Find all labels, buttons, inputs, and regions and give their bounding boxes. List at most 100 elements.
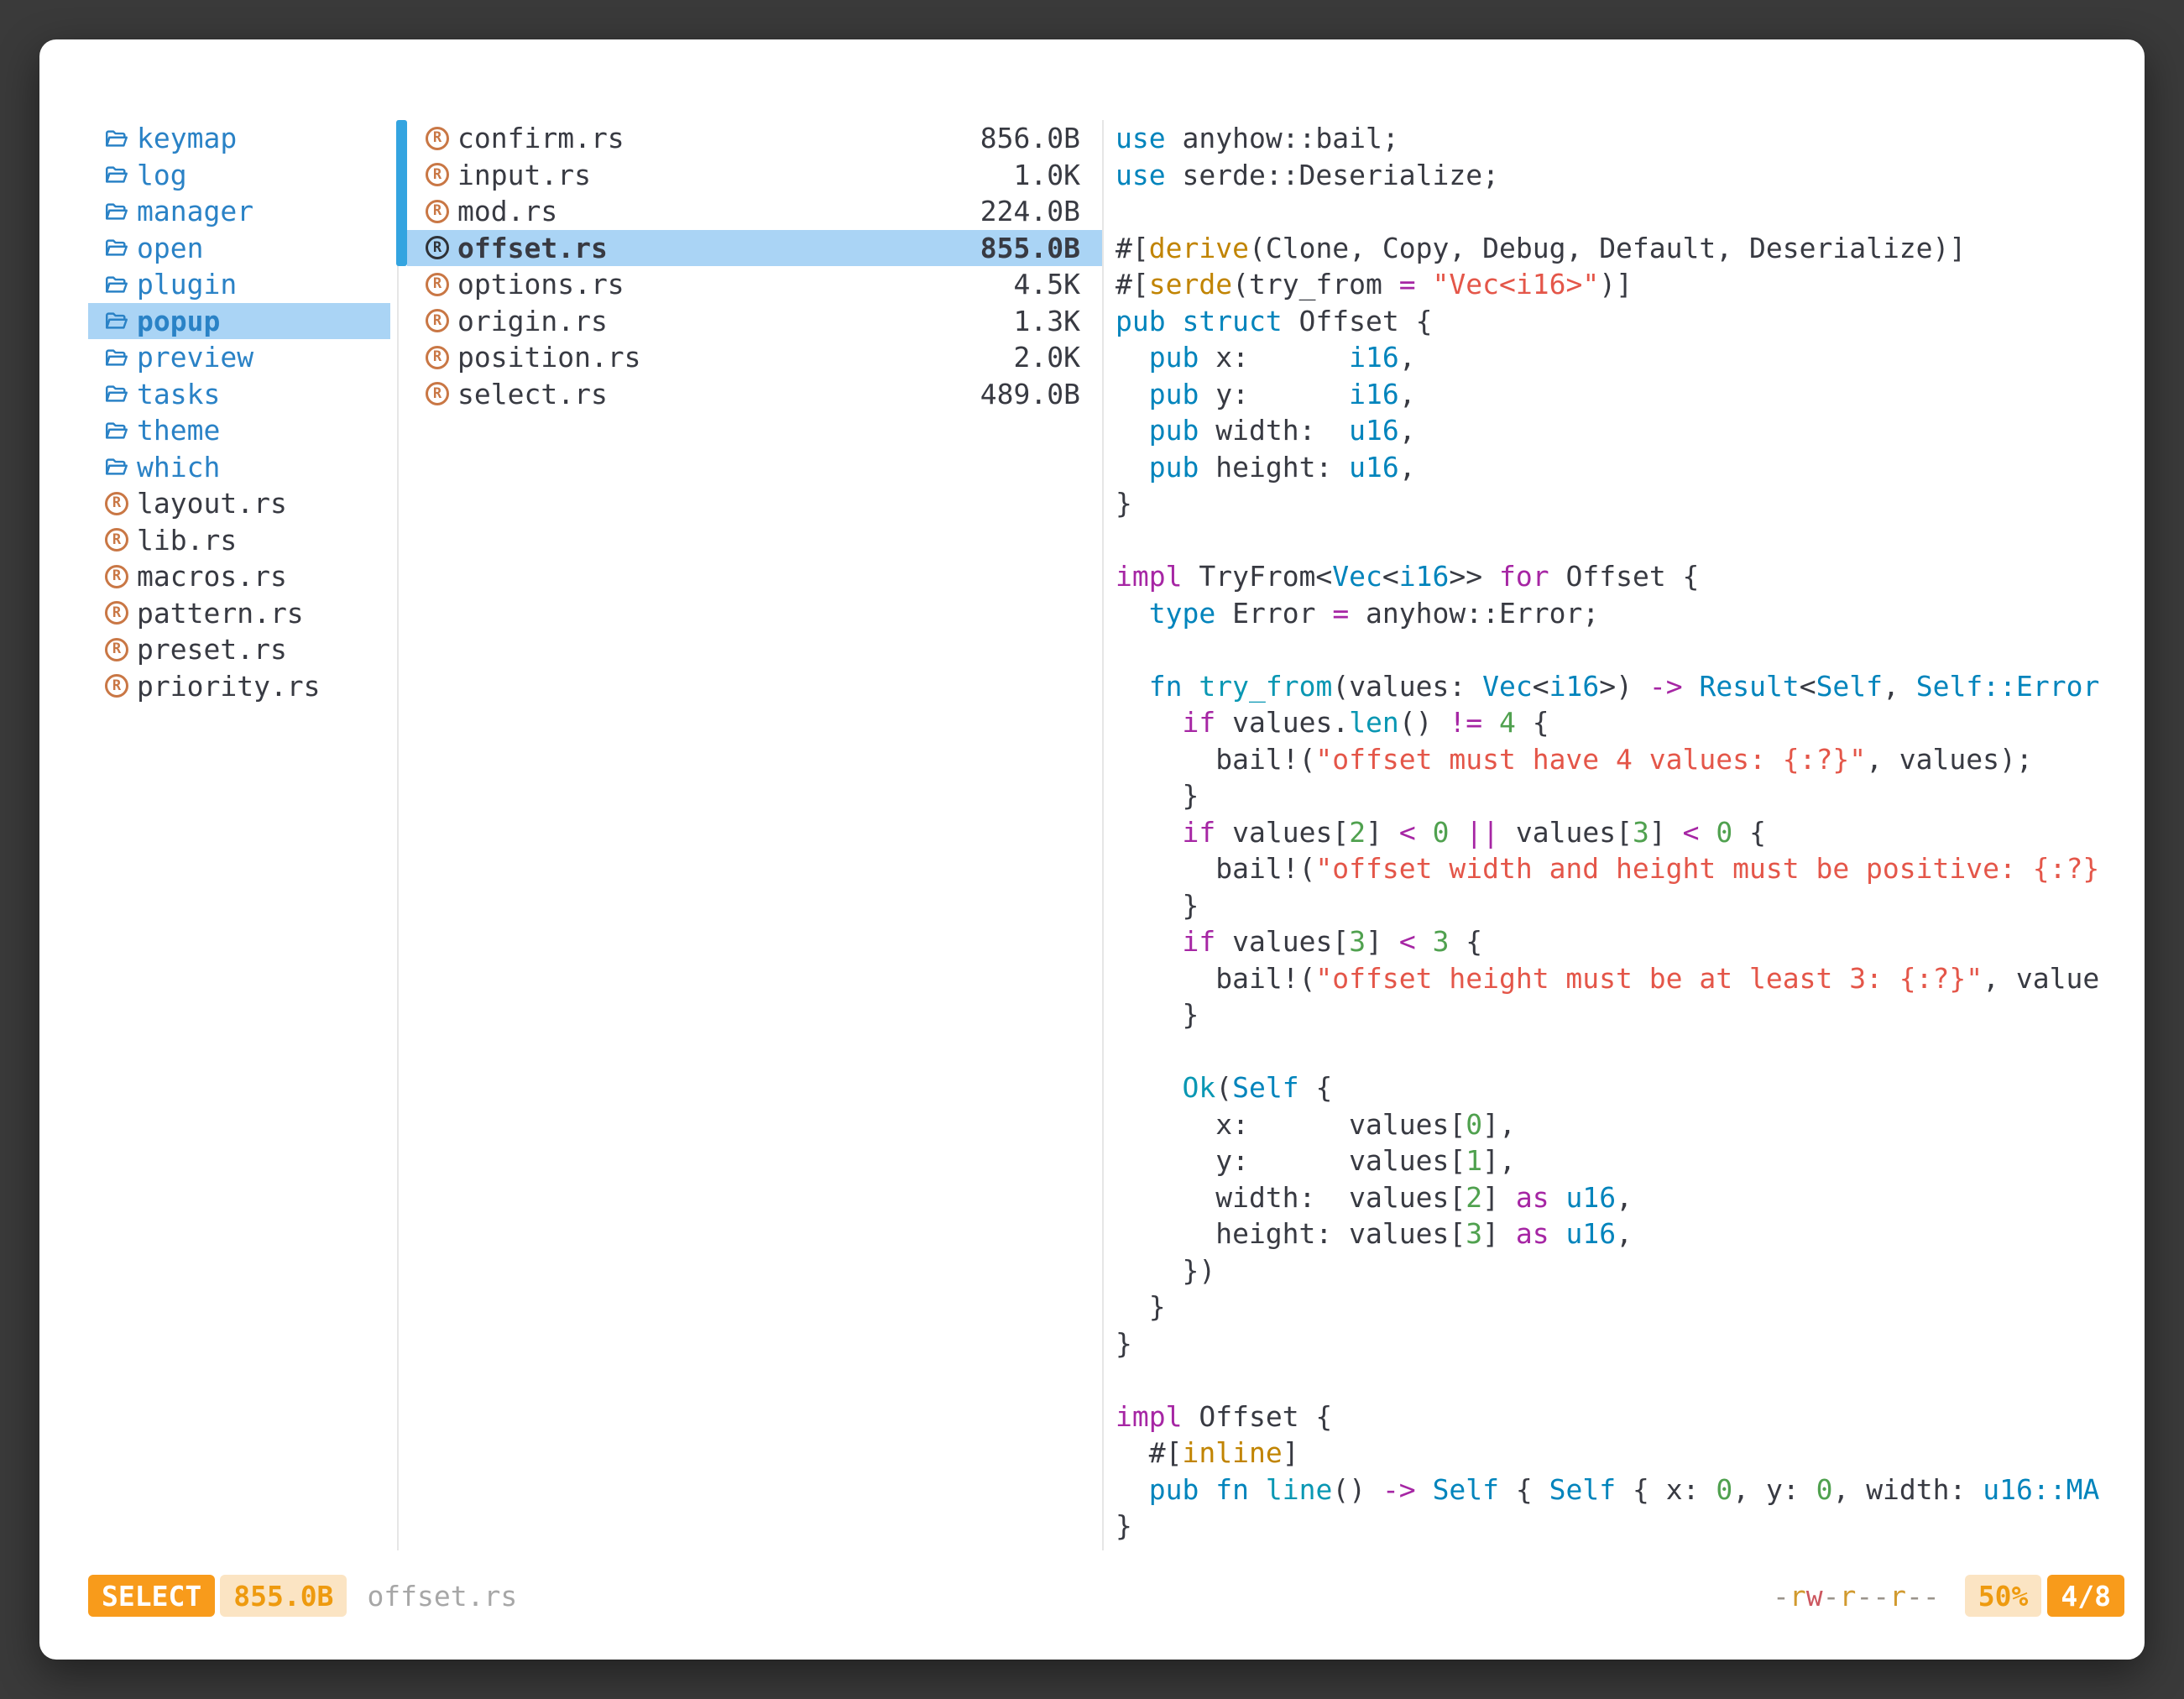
dir-item-which[interactable]: which <box>88 449 390 486</box>
item-name: keymap <box>137 122 237 154</box>
item-name: mod.rs <box>457 195 557 227</box>
item-size: 1.3K <box>1014 305 1080 337</box>
rust-file-icon: R <box>105 528 128 552</box>
item-name: pattern.rs <box>137 597 304 630</box>
scrollbar-thumb[interactable] <box>396 120 407 266</box>
item-size: 2.0K <box>1014 341 1080 374</box>
status-left: SELECT 855.0B offset.rs <box>88 1575 517 1617</box>
file-item-macros-rs[interactable]: Rmacros.rs <box>88 558 390 595</box>
dir-item-tasks[interactable]: tasks <box>88 376 390 413</box>
code-line: bail!("offset must have 4 values: {:?}",… <box>1116 741 2119 778</box>
item-name: theme <box>137 414 220 447</box>
file-item-preset-rs[interactable]: Rpreset.rs <box>88 631 390 668</box>
code-line: } <box>1116 1508 2119 1545</box>
code-line: width: values[2] as u16, <box>1116 1179 2119 1216</box>
dir-item-manager[interactable]: manager <box>88 193 390 230</box>
file-item-position-rs[interactable]: Rposition.rs2.0K <box>407 339 1102 376</box>
current-pane: Rconfirm.rs856.0BRinput.rs1.0KRmod.rs224… <box>407 120 1102 412</box>
separator-current-preview <box>1102 120 1104 1550</box>
code-line: height: values[3] as u16, <box>1116 1215 2119 1252</box>
status-bar: SELECT 855.0B offset.rs -rw-r--r-- 50% 4… <box>88 1575 2124 1617</box>
scroll-percent-badge: 50% <box>1965 1575 2042 1617</box>
item-name: preset.rs <box>137 633 287 666</box>
item-name: log <box>137 159 187 191</box>
status-right: -rw-r--r-- 50% 4/8 <box>1773 1575 2124 1617</box>
code-line: } <box>1116 996 2119 1033</box>
code-line: bail!("offset width and height must be p… <box>1116 850 2119 887</box>
item-size: 224.0B <box>980 195 1080 227</box>
code-line: pub struct Offset { <box>1116 303 2119 340</box>
file-item-options-rs[interactable]: Roptions.rs4.5K <box>407 266 1102 303</box>
item-name: select.rs <box>457 378 608 410</box>
folder-icon <box>105 382 128 405</box>
file-item-priority-rs[interactable]: Rpriority.rs <box>88 668 390 705</box>
dir-item-preview[interactable]: preview <box>88 339 390 376</box>
parent-pane: keymap logmanageropen plugin popup preview ta… <box>88 120 390 704</box>
rust-file-icon: R <box>426 163 449 186</box>
code-line: type Error = anyhow::Error; <box>1116 595 2119 632</box>
separator-parent-current <box>397 120 399 1550</box>
dir-item-popup[interactable]: popup <box>88 303 390 340</box>
folder-icon <box>105 236 128 259</box>
file-item-mod-rs[interactable]: Rmod.rs224.0B <box>407 193 1102 230</box>
rust-file-icon: R <box>105 674 128 698</box>
file-item-layout-rs[interactable]: Rlayout.rs <box>88 485 390 522</box>
item-name: plugin <box>137 268 237 301</box>
dir-item-plugin[interactable]: plugin <box>88 266 390 303</box>
dir-item-open[interactable]: open <box>88 230 390 267</box>
panes-container: keymap logmanageropen plugin popup preview ta… <box>39 120 2145 1550</box>
file-permissions: -rw-r--r-- <box>1773 1580 1940 1613</box>
code-line: pub y: i16, <box>1116 376 2119 413</box>
dir-item-log[interactable]: log <box>88 157 390 194</box>
file-item-confirm-rs[interactable]: Rconfirm.rs856.0B <box>407 120 1102 157</box>
item-name: offset.rs <box>457 232 608 264</box>
code-line: pub x: i16, <box>1116 339 2119 376</box>
code-line: } <box>1116 777 2119 814</box>
rust-file-icon: R <box>105 492 128 515</box>
code-line <box>1116 522 2119 559</box>
folder-icon <box>105 163 128 186</box>
file-item-lib-rs[interactable]: Rlib.rs <box>88 522 390 559</box>
item-name: popup <box>137 305 220 337</box>
code-line: } <box>1116 485 2119 522</box>
code-line <box>1116 193 2119 230</box>
code-line <box>1116 631 2119 668</box>
file-item-offset-rs[interactable]: Roffset.rs855.0B <box>407 230 1102 267</box>
rust-file-icon: R <box>426 273 449 296</box>
code-line: impl TryFrom<Vec<i16>> for Offset { <box>1116 558 2119 595</box>
code-line: if values[3] < 3 { <box>1116 923 2119 960</box>
item-name: confirm.rs <box>457 122 624 154</box>
folder-icon <box>105 127 128 150</box>
dir-item-keymap[interactable]: keymap <box>88 120 390 157</box>
file-item-origin-rs[interactable]: Rorigin.rs1.3K <box>407 303 1102 340</box>
item-name: tasks <box>137 378 220 410</box>
item-size: 856.0B <box>980 122 1080 154</box>
code-line: #[inline] <box>1116 1435 2119 1472</box>
code-line: impl Offset { <box>1116 1398 2119 1435</box>
code-line: if values.len() != 4 { <box>1116 704 2119 741</box>
item-name: preview <box>137 341 253 374</box>
code-line: use serde::Deserialize; <box>1116 157 2119 194</box>
item-size: 4.5K <box>1014 268 1080 301</box>
desktop-background: keymap logmanageropen plugin popup preview ta… <box>0 0 2184 1699</box>
file-item-pattern-rs[interactable]: Rpattern.rs <box>88 595 390 632</box>
code-line: pub fn line() -> Self { Self { x: 0, y: … <box>1116 1472 2119 1508</box>
file-item-input-rs[interactable]: Rinput.rs1.0K <box>407 157 1102 194</box>
code-line: x: values[0], <box>1116 1106 2119 1143</box>
file-item-select-rs[interactable]: Rselect.rs489.0B <box>407 376 1102 413</box>
folder-icon <box>105 419 128 442</box>
rust-file-icon: R <box>426 346 449 369</box>
item-name: open <box>137 232 203 264</box>
folder-icon <box>105 346 128 369</box>
item-name: origin.rs <box>457 305 608 337</box>
item-size: 489.0B <box>980 378 1080 410</box>
code-line: use anyhow::bail; <box>1116 120 2119 157</box>
dir-item-theme[interactable]: theme <box>88 412 390 449</box>
rust-file-icon: R <box>105 638 128 661</box>
rust-file-icon: R <box>105 565 128 588</box>
item-name: lib.rs <box>137 524 237 557</box>
item-name: input.rs <box>457 159 591 191</box>
rust-file-icon: R <box>426 236 449 259</box>
cursor-position-badge: 4/8 <box>2047 1575 2124 1617</box>
code-line: } <box>1116 1325 2119 1362</box>
